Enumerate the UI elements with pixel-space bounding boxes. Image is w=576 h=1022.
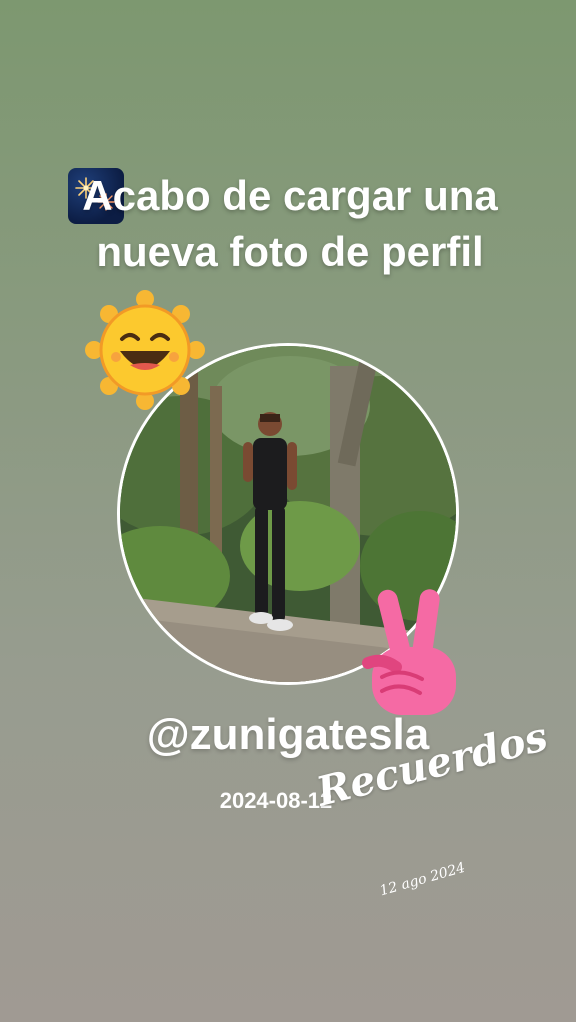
sun-icon [80, 285, 210, 415]
memories-date-stamp: 12 ago 2024 [378, 859, 468, 900]
post-date: 2024-08-12 [219, 788, 333, 813]
post-headline: Acabo de cargar una nueva foto de perfil [82, 172, 498, 275]
peace-hand-icon [358, 585, 468, 725]
